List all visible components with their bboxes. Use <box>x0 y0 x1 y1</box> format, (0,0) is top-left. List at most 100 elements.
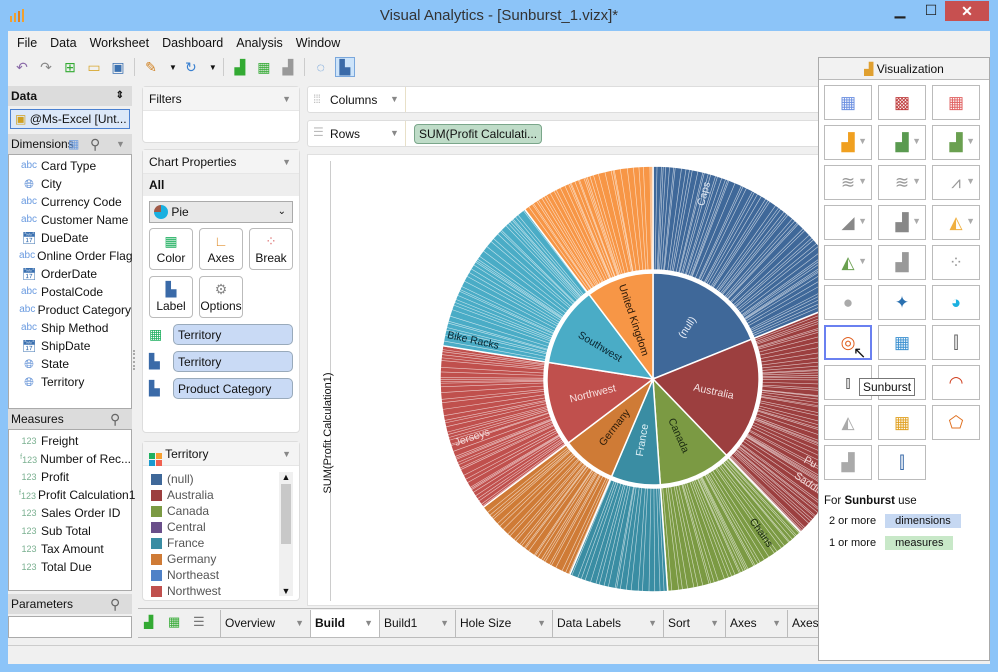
legend-item[interactable]: Central <box>151 519 299 535</box>
dropdown-icon[interactable]: ▼ <box>282 150 291 174</box>
chart-type-select[interactable]: Pie ⌄ <box>149 201 293 223</box>
open-button[interactable]: ▭ <box>84 57 104 77</box>
legend-scrollbar[interactable]: ▲ ▼ <box>279 472 293 596</box>
dimension-item[interactable]: abc Ship Method <box>9 319 131 337</box>
scroll-thumb[interactable] <box>281 484 291 544</box>
dropdown-icon[interactable]: ▼ <box>648 610 657 637</box>
scroll-up-icon[interactable]: ▲ <box>279 472 293 482</box>
list-icon[interactable]: ☰ <box>193 614 205 630</box>
chart-button[interactable]: ▟ <box>278 57 298 77</box>
measure-item[interactable]: 123 Profit <box>9 468 131 486</box>
chart-type-candlestick[interactable]: ⫿ <box>878 445 926 480</box>
dimension-item[interactable]: 🌐︎ State <box>9 355 131 373</box>
legend-item[interactable]: Northwest <box>151 583 299 599</box>
menu-dashboard[interactable]: Dashboard <box>162 36 223 50</box>
menu-data[interactable]: Data <box>50 36 76 50</box>
dimension-item[interactable]: 📅︎ OrderDate <box>9 265 131 283</box>
chart-type-heatmap[interactable]: ▩ <box>878 85 926 120</box>
dropdown-icon[interactable]: ▼ <box>858 136 867 146</box>
axes-button[interactable]: ∟ Axes <box>199 228 243 270</box>
chart-type-table[interactable]: ▦ <box>824 85 872 120</box>
new-sheet-button[interactable]: ⊞ <box>60 57 80 77</box>
chart-type-mosaic[interactable]: ▦ <box>878 405 926 440</box>
tab-axes[interactable]: Axes ▼ <box>725 610 787 637</box>
tab-sort[interactable]: Sort ▼ <box>663 610 725 637</box>
dimension-item[interactable]: abc PostalCode <box>9 283 131 301</box>
measure-item[interactable]: 123 Tax Amount <box>9 540 131 558</box>
save-button[interactable]: ▣ <box>108 57 128 77</box>
rows-shelf[interactable]: ☰ Rows ▼ SUM(Profit Calculati... <box>307 120 827 147</box>
dropdown-icon[interactable]: ▼ <box>772 610 781 637</box>
dimension-item[interactable]: 📅︎ DueDate <box>9 229 131 247</box>
scroll-down-icon[interactable]: ▼ <box>279 586 293 596</box>
legend-item[interactable]: Australia <box>151 487 299 503</box>
add-dashboard-icon[interactable]: ▦ <box>168 614 180 630</box>
dropdown-icon[interactable]: ▼ <box>710 610 719 637</box>
menu-analysis[interactable]: Analysis <box>236 36 283 50</box>
search-icon[interactable]: ⚲ <box>90 134 100 154</box>
chart-type-bubble[interactable]: ● <box>824 285 872 320</box>
minimize-button[interactable]: ▁ <box>886 2 914 24</box>
chart-type-mountain[interactable]: ◭ <box>824 405 872 440</box>
tab-overview[interactable]: Overview ▼ <box>220 610 310 637</box>
dropdown-icon[interactable]: ▼ <box>390 94 399 104</box>
chart-type-line[interactable]: ≋ ▼ <box>824 165 872 200</box>
legend-item[interactable]: Germany <box>151 551 299 567</box>
chart-type-stacked-column[interactable]: ▟ ▼ <box>878 125 926 160</box>
field-pill[interactable]: Territory <box>173 351 293 372</box>
tab-build1[interactable]: Build1 ▼ <box>379 610 455 637</box>
dimension-item[interactable]: abc Currency Code <box>9 193 131 211</box>
maximize-button[interactable]: ☐ <box>917 2 945 24</box>
legend-item[interactable]: France <box>151 535 299 551</box>
dropdown-icon[interactable]: ▼ <box>912 176 921 186</box>
splitter-handle[interactable] <box>133 350 135 370</box>
chart-type-map[interactable]: ✦ <box>878 285 926 320</box>
chart-type-radar[interactable]: ⬠ <box>932 405 980 440</box>
menu-window[interactable]: Window <box>296 36 340 50</box>
legend-item[interactable]: Canada <box>151 503 299 519</box>
columns-shelf[interactable]: ⁞⁞⁞ Columns ▼ <box>307 86 827 113</box>
measure-item[interactable]: 123 Total Due <box>9 558 131 576</box>
close-button[interactable]: ✕ <box>945 1 989 21</box>
measure-item[interactable]: 123 Sub Total <box>9 522 131 540</box>
menu-file[interactable]: File <box>17 36 37 50</box>
dropdown-icon[interactable]: ▼ <box>858 256 867 266</box>
measure-item[interactable]: 123 Freight <box>9 432 131 450</box>
lasso-button[interactable]: ◌ <box>311 57 331 77</box>
add-chart-button[interactable]: ▟ <box>230 57 250 77</box>
label-button[interactable]: ▙ <box>334 57 355 77</box>
chart-type-histogram[interactable]: ▟ <box>824 445 872 480</box>
chart-type-area[interactable]: ◢ ▼ <box>824 205 872 240</box>
undo-button[interactable]: ↶ <box>12 57 32 77</box>
dropdown-icon[interactable]: ▼ <box>912 216 921 226</box>
dropdown-icon[interactable]: ▼ <box>858 176 867 186</box>
legend-item[interactable]: (null) <box>151 471 299 487</box>
chart-type-scatter[interactable]: ⁘ <box>932 245 980 280</box>
dropdown-icon[interactable]: ▼ <box>440 610 449 637</box>
chart-type-bar-step[interactable]: ▟ <box>878 245 926 280</box>
tab-data-labels[interactable]: Data Labels ▼ <box>552 610 663 637</box>
options-button[interactable]: ⚙ Options <box>199 276 243 318</box>
connect-button[interactable]: ✎ <box>141 57 161 77</box>
menu-worksheet[interactable]: Worksheet <box>90 36 150 50</box>
rows-pill[interactable]: SUM(Profit Calculati... <box>414 124 543 144</box>
dropdown-icon[interactable]: ▼ <box>912 136 921 146</box>
chart-type-highlight-table[interactable]: ▦ <box>932 85 980 120</box>
dimension-item[interactable]: 🌐︎ Territory <box>9 373 131 391</box>
datasource-item[interactable]: ▣ @Ms-Excel [Unt... <box>10 109 130 129</box>
table-icon[interactable]: ▦ <box>68 134 79 154</box>
dropdown-icon[interactable]: ▼ <box>169 63 177 72</box>
chart-type-step-line[interactable]: ⩘ ▼ <box>932 165 980 200</box>
add-dashboard-button[interactable]: ▦ <box>254 57 274 77</box>
chart-type-100-area[interactable]: ◭ ▼ <box>932 205 980 240</box>
measure-item[interactable]: f123 Profit Calculation1 <box>9 486 135 504</box>
measure-item[interactable]: 123 Sales Order ID <box>9 504 131 522</box>
search-icon[interactable]: ⚲ <box>110 594 120 614</box>
dropdown-icon[interactable]: ▼ <box>295 610 304 637</box>
dropdown-icon[interactable]: ▼ <box>364 610 373 637</box>
field-pill[interactable]: Territory <box>173 324 293 345</box>
dropdown-icon[interactable]: ▼ <box>282 87 291 111</box>
chart-type-streamgraph[interactable]: ◭ ▼ <box>824 245 872 280</box>
chart-type-treemap[interactable]: ▦ <box>878 325 926 360</box>
chart-type-stacked-area[interactable]: ▟ ▼ <box>878 205 926 240</box>
